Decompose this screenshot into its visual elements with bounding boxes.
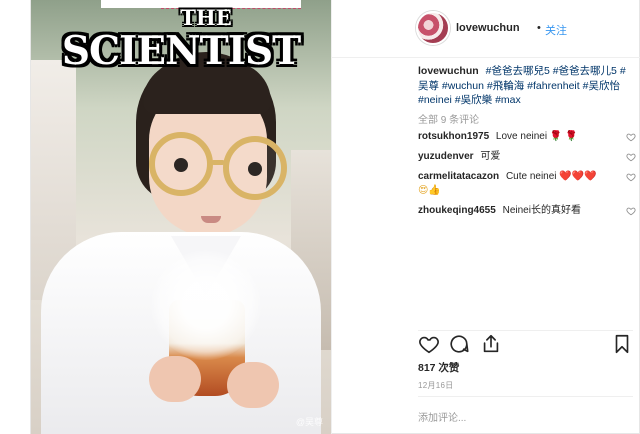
hand-right [227,362,279,408]
post-caption: lovewuchun #爸爸去哪兒5 #爸爸去哪儿5 #吴尊 #wuchun #… [418,64,628,108]
follow-button[interactable]: 关注 [545,22,567,38]
post-header: lovewuchun • 关注 [332,0,640,58]
heart-eyes-thumbs-up-emoji: 😍👍 [418,185,441,196]
heart-outline-icon[interactable] [418,333,440,355]
hashtag[interactable]: #吴欣怡 [583,80,620,92]
red-heart-emoji: ❤️❤️❤️ [559,171,597,182]
speech-bubble-icon[interactable] [448,333,470,355]
rose-emoji: 🌹 🌹 [549,131,578,142]
comment-username[interactable]: yuzudenver [418,151,474,162]
comment-text: Love neinei [495,131,548,142]
hashtag[interactable]: #fahrenheit [527,80,580,92]
share-icon[interactable] [480,333,502,355]
glasses-bridge [211,160,225,165]
comment-like-icon[interactable] [626,152,636,162]
likes-count[interactable]: 817 次赞 [418,360,459,375]
post-side-panel: lovewuchun • 关注 lovewuchun #爸爸去哪兒5 #爸爸去哪… [331,0,640,434]
post-action-bar [418,330,633,356]
comment-item: yuzudenver 可爱 [418,150,638,164]
hashtag[interactable]: #爸爸去哪兒5 [486,65,550,77]
post-photo[interactable]: THE SCIENTIST @吴尊 [31,0,331,434]
comment-item: zhoukeqing4655 Neinei长的真好看 [418,204,638,218]
comment-text: Cute neinei [505,171,557,182]
hashtag[interactable]: #wuchun [442,80,484,92]
post-date: 12月16日 [418,381,454,390]
avatar[interactable] [416,11,450,45]
comment-text: 可爱 [480,151,501,162]
comment-item: carmelitatacazon Cute neinei ❤️❤️❤️ 😍👍 [418,170,638,198]
header-separator: • [537,22,541,34]
hashtag[interactable]: #max [495,94,521,106]
comment-username[interactable]: rotsukhon1975 [418,131,489,142]
photo-title-large: SCIENTIST [61,28,301,74]
comment-like-icon[interactable] [626,132,636,142]
add-comment-input[interactable]: 添加评论... [418,396,633,434]
hashtag[interactable]: #爸爸去哪儿5 [553,65,617,77]
hand-left [149,356,201,402]
photo-title-small: THE [180,5,232,30]
comment-text: Neinei长的真好看 [502,205,581,216]
bookmark-icon[interactable] [611,333,633,355]
glasses-left-lens [149,132,213,196]
hashtag[interactable]: #吳欣樂 [455,94,492,106]
comment-like-icon[interactable] [626,206,636,216]
comment-like-icon[interactable] [626,172,636,182]
comment-item: rotsukhon1975 Love neinei 🌹 🌹 [418,130,638,144]
view-all-comments-link[interactable]: 全部 9 条评论 [418,111,479,126]
dry-ice-smoke [151,250,261,360]
caption-username[interactable]: lovewuchun [418,65,479,77]
instagram-post: THE SCIENTIST @吴尊 lovewuchun • 关注 lovewu… [30,0,640,434]
glasses-right-lens [223,136,287,200]
comments-list: rotsukhon1975 Love neinei 🌹 🌹 yuzudenver… [418,130,638,224]
comment-username[interactable]: zhoukeqing4655 [418,205,496,216]
hashtag[interactable]: #neinei [418,94,452,106]
photo-watermark: @吴尊 [295,417,323,427]
header-username[interactable]: lovewuchun [456,22,520,34]
comment-username[interactable]: carmelitatacazon [418,171,499,182]
hashtag[interactable]: #飛輪海 [487,80,524,92]
